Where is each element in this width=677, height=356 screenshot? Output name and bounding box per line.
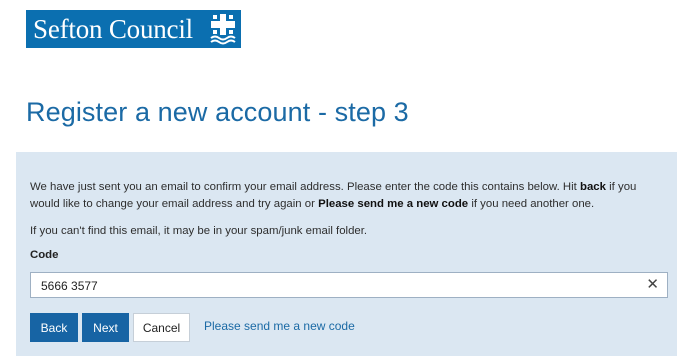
- verification-panel: We have just sent you an email to confir…: [16, 152, 677, 356]
- close-icon[interactable]: ✕: [646, 276, 659, 294]
- code-input[interactable]: [31, 273, 643, 299]
- resend-emphasis: Please send me a new code: [318, 198, 469, 210]
- back-emphasis: back: [580, 181, 606, 193]
- spam-note: If you can't find this email, it may be …: [30, 225, 368, 237]
- sefton-crest-icon: [209, 13, 237, 45]
- page-title: Register a new account - step 3: [26, 97, 409, 127]
- code-label: Code: [30, 249, 59, 261]
- cancel-button[interactable]: Cancel: [133, 313, 190, 342]
- back-button[interactable]: Back: [30, 313, 78, 342]
- sefton-council-logo[interactable]: Sefton Council: [26, 10, 241, 48]
- instructions-text: We have just sent you an email to confir…: [30, 181, 637, 210]
- resend-code-link[interactable]: Please send me a new code: [204, 319, 355, 333]
- next-button[interactable]: Next: [82, 313, 129, 342]
- code-field: ✕: [30, 272, 668, 299]
- logo-text: Sefton Council: [33, 14, 193, 44]
